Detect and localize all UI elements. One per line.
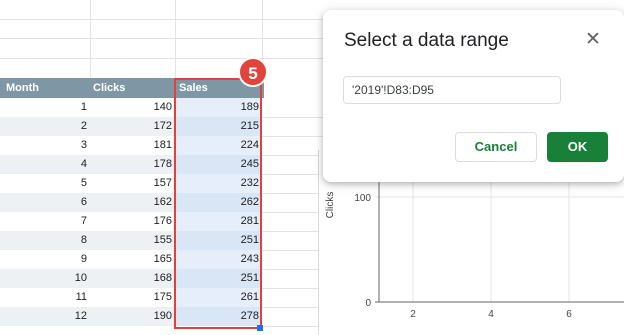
dialog-title: Select a data range [344,30,509,51]
month-cell[interactable]: 4 [0,155,90,174]
sales-selection-highlight [174,78,262,329]
clicks-cell[interactable]: 165 [90,250,175,269]
x-tick-label: 6 [566,309,572,320]
month-cell[interactable]: 10 [0,269,90,288]
x-tick-label: 4 [488,309,494,320]
clicks-cell[interactable]: 155 [90,231,175,250]
clicks-cell[interactable]: 140 [90,98,175,117]
cancel-button[interactable]: Cancel [455,132,537,162]
month-cell[interactable]: 8 [0,231,90,250]
grid-line [262,136,330,137]
month-cell[interactable]: 7 [0,212,90,231]
grid-line [0,58,330,59]
grid-line [0,38,330,39]
spreadsheet: Month Clicks Sales 1 140 189 2 172 215 3… [0,0,330,335]
clicks-cell[interactable]: 178 [90,155,175,174]
clicks-cell[interactable]: 157 [90,174,175,193]
clicks-cell[interactable]: 172 [90,117,175,136]
month-cell[interactable]: 6 [0,193,90,212]
grid-line [175,0,176,78]
close-icon[interactable]: ✕ [583,30,603,50]
month-cell[interactable]: 5 [0,174,90,193]
clicks-cell[interactable]: 176 [90,212,175,231]
month-cell[interactable]: 1 [0,98,90,117]
month-cell[interactable]: 2 [0,117,90,136]
step-badge: 5 [238,57,268,87]
grid-line [0,19,330,20]
x-tick-label: 2 [410,309,416,320]
clicks-cell[interactable]: 162 [90,193,175,212]
y-axis-label: Clicks [325,192,336,219]
y-tick-label: 0 [365,298,371,309]
month-cell[interactable]: 9 [0,250,90,269]
y-tick-label: 100 [354,193,371,204]
month-cell[interactable]: 3 [0,136,90,155]
clicks-cell[interactable]: 181 [90,136,175,155]
month-cell[interactable]: 12 [0,307,90,326]
month-cell[interactable]: 11 [0,288,90,307]
selection-fill-handle[interactable] [257,325,263,331]
header-clicks[interactable]: Clicks [93,78,125,98]
select-data-range-dialog: Select a data range ✕ Cancel OK [323,10,624,182]
header-month[interactable]: Month [6,78,39,98]
grid-line [262,117,330,118]
clicks-cell[interactable]: 190 [90,307,175,326]
clicks-cell[interactable]: 175 [90,288,175,307]
clicks-cell[interactable]: 168 [90,269,175,288]
data-range-input[interactable] [343,76,561,104]
empty-grid-area[interactable] [0,0,330,78]
ok-button[interactable]: OK [547,132,608,162]
grid-line [90,0,91,78]
